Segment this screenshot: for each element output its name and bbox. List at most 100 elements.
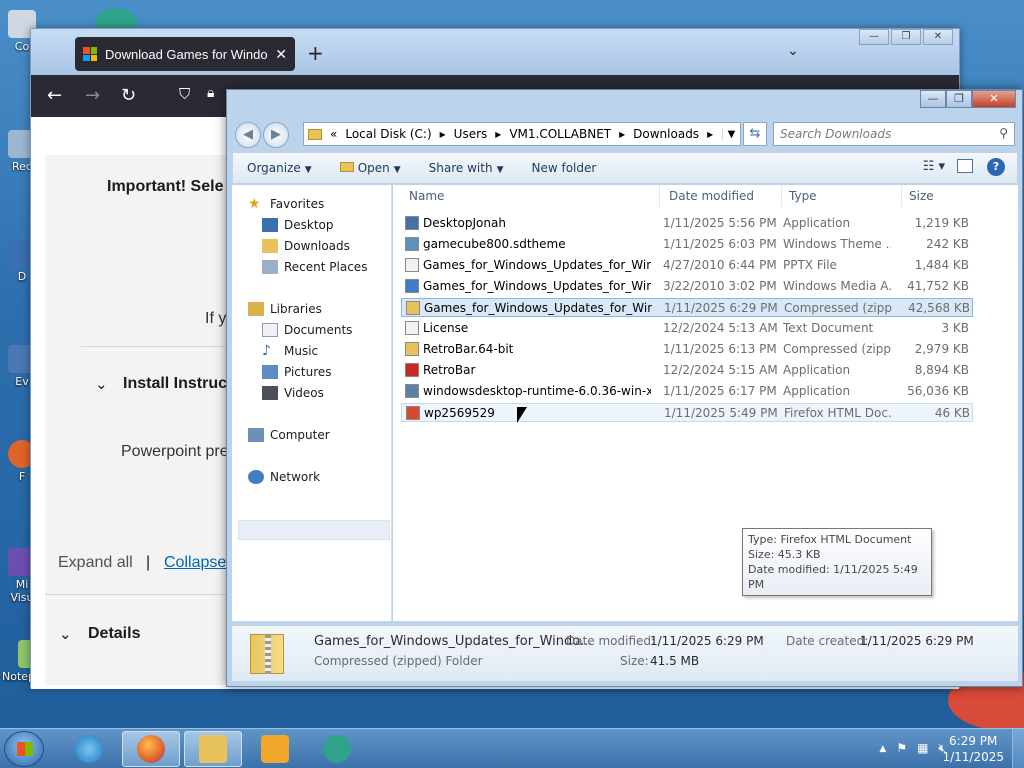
new-tab-button[interactable]: + [307, 41, 324, 65]
column-header-name[interactable]: Name [409, 189, 444, 203]
close-tab-icon[interactable]: ✕ [275, 46, 287, 63]
nav-label: Documents [284, 323, 353, 337]
nav-desktop[interactable]: Desktop [262, 218, 334, 232]
file-row[interactable]: windowsdesktop-runtime-6.0.36-win-x64 1/1… [401, 382, 973, 401]
organize-button[interactable]: Organize ▼ [233, 161, 326, 175]
file-date-modified: 1/11/2025 6:13 PM [663, 342, 777, 356]
file-date-modified: 1/11/2025 5:56 PM [663, 216, 777, 230]
install-instructions-heading[interactable]: Install Instruct [123, 375, 232, 393]
column-divider[interactable] [781, 185, 782, 207]
file-row[interactable]: wp2569529 1/11/2025 5:49 PM Firefox HTML D… [401, 403, 973, 422]
dropdown-arrow-icon: ▼ [393, 165, 401, 175]
file-row[interactable]: DesktopJonah 1/11/2025 5:56 PM Application… [401, 214, 973, 233]
nav-recent-places[interactable]: Recent Places [262, 260, 367, 274]
breadcrumb-users[interactable]: Users [454, 127, 488, 141]
help-icon[interactable]: ? [987, 158, 1005, 176]
file-type: Windows Theme ... [783, 237, 891, 251]
taskbar-internet-explorer[interactable] [60, 731, 118, 767]
search-placeholder: Search Downloads [780, 127, 892, 141]
system-tray: ▲ ⚑ ▦ 🔇︎ [879, 741, 946, 757]
lock-icon[interactable]: 🔒︎ [207, 85, 214, 101]
address-bar[interactable]: « Local Disk (C:) ▸ Users ▸ VM1.COLLABNET ▸… [303, 122, 741, 146]
nav-computer[interactable]: Computer [248, 428, 330, 442]
taskbar-media-player[interactable] [246, 731, 304, 767]
preview-pane-icon[interactable] [957, 159, 973, 173]
taskbar-explorer[interactable] [184, 731, 242, 767]
link-separator: | [146, 554, 151, 571]
show-desktop-button[interactable] [1012, 729, 1024, 768]
chevron-down-icon[interactable]: ⌄ [95, 375, 108, 393]
file-row[interactable]: Games_for_Windows_Updates_for_Wind... 3/2… [401, 277, 973, 296]
address-dropdown-icon[interactable]: ▼ [722, 128, 740, 140]
nav-favorites[interactable]: ★ Favorites [248, 197, 324, 211]
refresh-button[interactable]: ⇆ [743, 122, 767, 146]
shield-icon[interactable]: ⛉ [179, 85, 190, 103]
breadcrumb-downloads[interactable]: Downloads [633, 127, 699, 141]
back-arrow-icon[interactable]: ← [47, 85, 62, 106]
nav-downloads[interactable]: Downloads [262, 239, 350, 253]
file-row[interactable]: Games_for_Windows_Updates_for_Wind... 4/2… [401, 256, 973, 275]
show-hidden-icons-button[interactable]: ▲ [879, 741, 886, 757]
column-divider[interactable] [659, 185, 660, 207]
nav-videos[interactable]: Videos [262, 386, 324, 400]
explorer-minimize-button[interactable]: — [920, 90, 946, 108]
search-input[interactable]: Search Downloads ⚲ [773, 122, 1015, 146]
flag-icon[interactable]: ⚑ [896, 741, 907, 757]
details-heading[interactable]: Details [88, 625, 140, 643]
explorer-maximize-button[interactable]: ❐ [946, 90, 972, 108]
nav-network[interactable]: Network [248, 470, 320, 484]
browser-minimize-button[interactable]: — [859, 29, 889, 45]
zip-folder-icon [250, 634, 284, 675]
taskbar-firefox[interactable] [122, 731, 180, 767]
breadcrumb-local-disk[interactable]: Local Disk (C:) [345, 127, 431, 141]
details-date-created-label: Date created: [786, 634, 869, 648]
tab-list-chevron-icon[interactable]: ⌄ [787, 43, 799, 59]
search-icon[interactable]: ⚲ [999, 126, 1008, 140]
media-icon [405, 279, 419, 293]
browser-tab[interactable]: Download Games for Windows ✕ [75, 37, 295, 71]
nav-pictures[interactable]: Pictures [262, 365, 332, 379]
browser-close-button[interactable]: ✕ [923, 29, 953, 45]
back-button[interactable]: ◀ [235, 122, 261, 148]
file-type: Windows Media A... [783, 279, 891, 293]
view-options-icon[interactable]: ☷ ▾ [923, 159, 945, 174]
breadcrumb-overflow[interactable]: « [330, 127, 337, 141]
column-header-type[interactable]: Type [789, 189, 817, 203]
chevron-down-icon[interactable]: ⌄ [59, 625, 72, 643]
expand-all-link[interactable]: Expand all [58, 554, 133, 572]
new-folder-button[interactable]: New folder [518, 161, 611, 175]
file-row[interactable]: License 12/2/2024 5:13 AM Text Document 3 K… [401, 319, 973, 338]
collapse-all-link[interactable]: Collapse [164, 554, 226, 572]
breadcrumb-arrow-icon[interactable]: ▸ [619, 127, 625, 141]
breadcrumb-user[interactable]: VM1.COLLABNET [509, 127, 611, 141]
share-with-button[interactable]: Share with ▼ [415, 161, 518, 175]
breadcrumb-arrow-icon[interactable]: ▸ [440, 127, 446, 141]
open-button[interactable]: Open ▼ [326, 161, 415, 175]
nav-music[interactable]: ♪ Music [262, 344, 318, 358]
nav-libraries[interactable]: Libraries [248, 302, 322, 316]
clock[interactable]: 6:29 PM 1/11/2025 [942, 733, 1004, 765]
nav-documents[interactable]: Documents [262, 323, 352, 337]
browser-maximize-button[interactable]: ❐ [891, 29, 921, 45]
file-row[interactable]: RetroBar 12/2/2024 5:15 AM Application 8,89… [401, 361, 973, 380]
file-size: 42,568 KB [908, 301, 970, 315]
column-header-size[interactable]: Size [909, 189, 934, 203]
explorer-close-button[interactable]: ✕ [972, 90, 1016, 108]
forward-button[interactable]: ▶ [263, 122, 289, 148]
file-row[interactable]: gamecube800.sdtheme 1/11/2025 6:03 PM Wind… [401, 235, 973, 254]
desktop-icon-label: Mi [15, 578, 29, 591]
column-header-date[interactable]: Date modified [669, 189, 754, 203]
forward-arrow-icon[interactable]: → [85, 85, 100, 106]
browser-window-buttons: — ❐ ✕ [859, 29, 953, 45]
breadcrumb-arrow-icon[interactable]: ▸ [707, 127, 713, 141]
file-date-modified: 1/11/2025 6:29 PM [664, 301, 778, 315]
start-button[interactable] [4, 731, 44, 767]
network-tray-icon[interactable]: ▦ [917, 741, 928, 757]
file-type: Application [783, 363, 851, 377]
taskbar-green-app[interactable] [308, 731, 366, 767]
reload-icon[interactable]: ↻ [121, 85, 136, 106]
file-row[interactable]: Games_for_Windows_Updates_for_Wind... 1/1… [401, 298, 973, 317]
breadcrumb-arrow-icon[interactable]: ▸ [495, 127, 501, 141]
column-divider[interactable] [901, 185, 902, 207]
file-row[interactable]: RetroBar.64-bit 1/11/2025 6:13 PM Compress… [401, 340, 973, 359]
